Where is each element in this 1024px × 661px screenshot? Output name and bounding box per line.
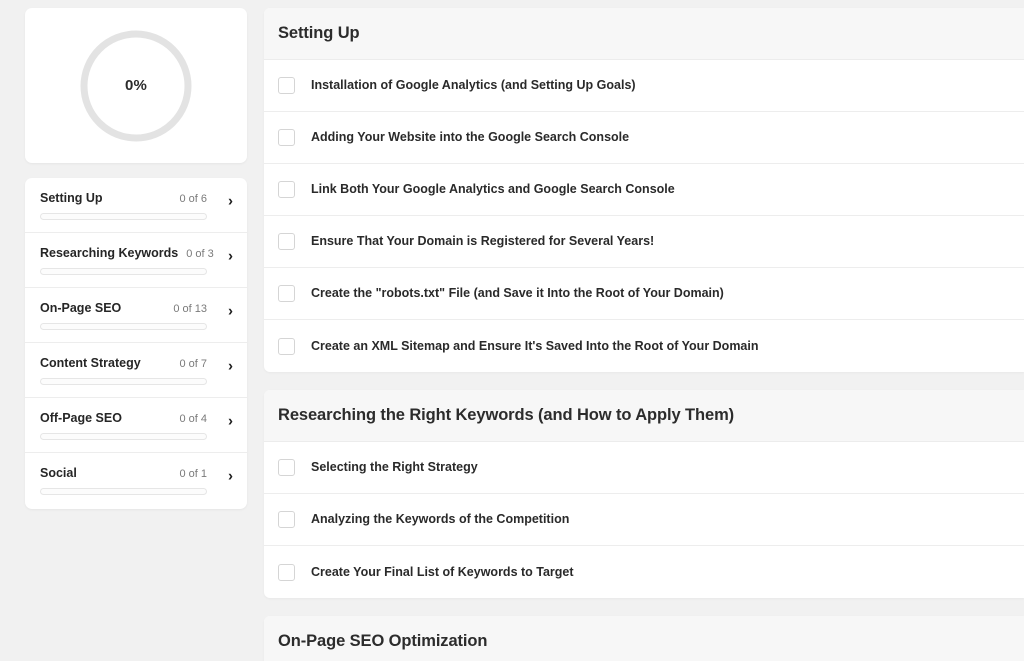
sidebar-item-progress-bar	[40, 378, 207, 385]
task-label: Link Both Your Google Analytics and Goog…	[311, 182, 675, 197]
section-setting-up: Setting Up Installation of Google Analyt…	[264, 8, 1024, 372]
task-label: Ensure That Your Domain is Registered fo…	[311, 234, 655, 249]
chevron-right-icon[interactable]: ›	[228, 359, 233, 374]
overall-progress-card: 0%	[25, 8, 247, 163]
sidebar-item-count: 0 of 1	[179, 468, 207, 480]
task-label: Create Your Final List of Keywords to Ta…	[311, 564, 574, 579]
sidebar-item-label: On-Page SEO	[40, 301, 122, 315]
sidebar-item-count: 0 of 13	[173, 303, 207, 315]
sidebar-item-label: Setting Up	[40, 191, 103, 205]
section-researching-keywords: Researching the Right Keywords (and How …	[264, 390, 1024, 598]
sidebar-item-count: 0 of 7	[179, 358, 207, 370]
sidebar-item-count: 0 of 3	[186, 248, 214, 260]
sidebar-item-row: Off-Page SEO 0 of 4	[40, 411, 233, 425]
app-root: 0% Setting Up 0 of 6 › Researching Keywo…	[0, 0, 1024, 661]
task-checkbox[interactable]	[278, 285, 295, 302]
sidebar-item-progress-bar	[40, 268, 207, 275]
task-label: Adding Your Website into the Google Sear…	[311, 130, 630, 145]
sidebar-item-count: 0 of 6	[179, 193, 207, 205]
sidebar-item-progress-bar	[40, 323, 207, 330]
task-label: Selecting the Right Strategy	[311, 460, 478, 475]
chevron-right-icon[interactable]: ›	[228, 469, 233, 484]
task-label: Analyzing the Keywords of the Competitio…	[311, 512, 570, 527]
checklist-main: Setting Up Installation of Google Analyt…	[264, 8, 1024, 661]
progress-ring: 0%	[80, 30, 192, 142]
task-row[interactable]: Create an XML Sitemap and Ensure It's Sa…	[264, 320, 1024, 372]
sidebar-item-progress-bar	[40, 433, 207, 440]
task-row[interactable]: Analyzing the Keywords of the Competitio…	[264, 494, 1024, 546]
task-checkbox[interactable]	[278, 233, 295, 250]
sidebar-item-off-page-seo[interactable]: Off-Page SEO 0 of 4 ›	[25, 398, 247, 453]
sidebar-item-setting-up[interactable]: Setting Up 0 of 6 ›	[25, 178, 247, 233]
sidebar-nav-card: Setting Up 0 of 6 › Researching Keywords…	[25, 178, 247, 509]
chevron-right-icon[interactable]: ›	[228, 194, 233, 209]
sidebar-item-progress-bar	[40, 488, 207, 495]
task-row[interactable]: Adding Your Website into the Google Sear…	[264, 112, 1024, 164]
section-title: Researching the Right Keywords (and How …	[264, 390, 1024, 442]
sidebar-item-label: Content Strategy	[40, 356, 141, 370]
sidebar-item-row: Social 0 of 1	[40, 466, 233, 480]
sidebar: 0% Setting Up 0 of 6 › Researching Keywo…	[25, 8, 247, 509]
task-checkbox[interactable]	[278, 459, 295, 476]
sidebar-item-row: Researching Keywords 0 of 3	[40, 246, 233, 260]
task-checkbox[interactable]	[278, 181, 295, 198]
chevron-right-icon[interactable]: ›	[228, 249, 233, 264]
progress-percent-label: 0%	[124, 77, 148, 94]
task-label: Create an XML Sitemap and Ensure It's Sa…	[311, 338, 759, 353]
task-checkbox[interactable]	[278, 77, 295, 94]
task-row[interactable]: Create the "robots.txt" File (and Save i…	[264, 268, 1024, 320]
sidebar-item-row: On-Page SEO 0 of 13	[40, 301, 233, 315]
task-checkbox[interactable]	[278, 129, 295, 146]
task-row[interactable]: Installation of Google Analytics (and Se…	[264, 60, 1024, 112]
section-on-page-seo-optimization: On-Page SEO Optimization	[264, 616, 1024, 661]
task-checkbox[interactable]	[278, 563, 295, 581]
task-row[interactable]: Create Your Final List of Keywords to Ta…	[264, 546, 1024, 598]
task-checkbox[interactable]	[278, 337, 295, 355]
task-label: Installation of Google Analytics (and Se…	[311, 78, 636, 93]
sidebar-item-row: Content Strategy 0 of 7	[40, 356, 233, 370]
sidebar-item-label: Social	[40, 466, 77, 480]
sidebar-item-progress-bar	[40, 213, 207, 220]
sidebar-item-researching-keywords[interactable]: Researching Keywords 0 of 3 ›	[25, 233, 247, 288]
section-title: Setting Up	[264, 8, 1024, 60]
sidebar-item-social[interactable]: Social 0 of 1 ›	[25, 453, 247, 507]
sidebar-item-on-page-seo[interactable]: On-Page SEO 0 of 13 ›	[25, 288, 247, 343]
sidebar-item-row: Setting Up 0 of 6	[40, 191, 233, 205]
task-row[interactable]: Ensure That Your Domain is Registered fo…	[264, 216, 1024, 268]
task-row[interactable]: Selecting the Right Strategy	[264, 442, 1024, 494]
chevron-right-icon[interactable]: ›	[228, 304, 233, 319]
sidebar-item-label: Off-Page SEO	[40, 411, 122, 425]
task-row[interactable]: Link Both Your Google Analytics and Goog…	[264, 164, 1024, 216]
task-checkbox[interactable]	[278, 511, 295, 528]
sidebar-item-content-strategy[interactable]: Content Strategy 0 of 7 ›	[25, 343, 247, 398]
sidebar-item-label: Researching Keywords	[40, 246, 179, 260]
chevron-right-icon[interactable]: ›	[228, 414, 233, 429]
section-title: On-Page SEO Optimization	[264, 616, 1024, 661]
sidebar-item-count: 0 of 4	[179, 413, 207, 425]
task-label: Create the "robots.txt" File (and Save i…	[311, 286, 724, 301]
